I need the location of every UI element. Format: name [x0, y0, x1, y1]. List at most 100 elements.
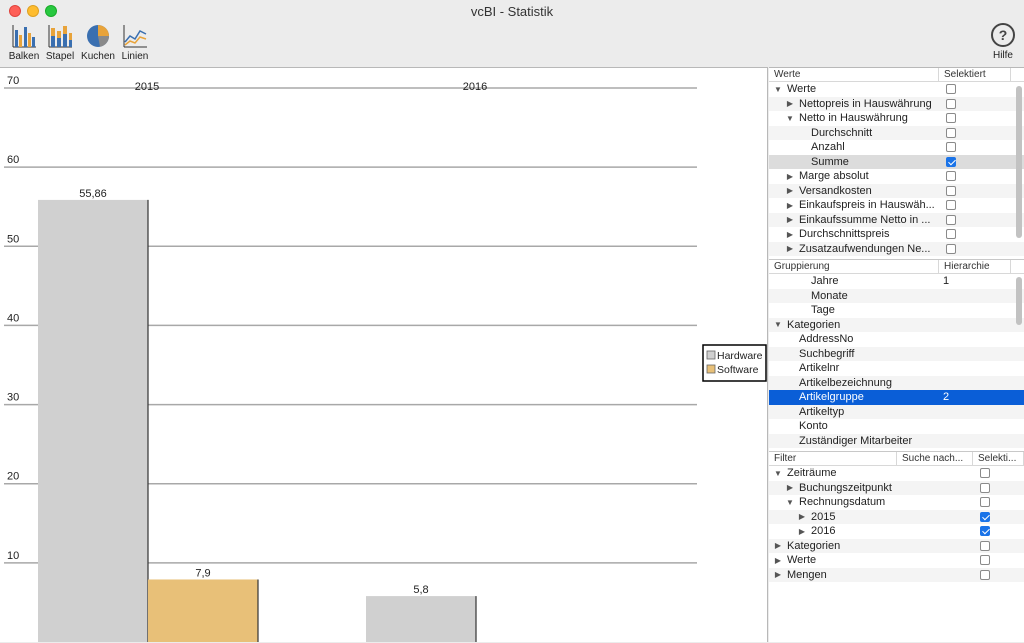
select-checkbox[interactable] — [946, 127, 956, 138]
filter-row[interactable]: ▶ 2015 — [769, 509, 1024, 524]
werte-row[interactable]: ▶ Durchschnittspreis — [769, 227, 1024, 242]
help-button[interactable]: ? Hilfe — [988, 22, 1018, 61]
select-checkbox[interactable] — [946, 185, 956, 196]
select-checkbox[interactable] — [946, 200, 956, 210]
disclosure-closed-icon[interactable]: ▶ — [785, 244, 795, 253]
gruppierung-row-label: Konto — [799, 420, 828, 433]
select-checkbox[interactable] — [946, 229, 956, 239]
disclosure-closed-icon[interactable]: ▶ — [773, 570, 783, 579]
filter-row[interactable]: ▼ Zeiträume — [769, 466, 1024, 481]
werte-row[interactable]: Durchschnitt — [769, 125, 1024, 140]
gruppierung-row[interactable]: Konto — [769, 419, 1024, 434]
hierarchie-col-header[interactable]: Hierarchie — [939, 260, 1011, 273]
werte-row[interactable]: Anzahl — [769, 140, 1024, 155]
gruppierung-row[interactable]: Tage — [769, 303, 1024, 318]
gruppierung-row[interactable]: Artikelbezeichnung — [769, 375, 1024, 390]
disclosure-closed-icon[interactable]: ▶ — [785, 215, 795, 224]
gruppierung-row[interactable]: AddressNo — [769, 332, 1024, 347]
disclosure-closed-icon[interactable]: ▶ — [785, 483, 795, 492]
werte-row-label: Durchschnittspreis — [799, 228, 890, 241]
gruppierung-row[interactable]: Zuständiger Mitarbeiter — [769, 433, 1024, 448]
werte-scrollbar[interactable] — [1016, 86, 1022, 238]
select-checkbox[interactable] — [980, 511, 990, 522]
werte-row[interactable]: Summe — [769, 154, 1024, 169]
disclosure-open-icon[interactable]: ▼ — [773, 320, 783, 329]
app-window: vcBI - Statistik Balken Stapel Kuchen Li… — [0, 0, 1024, 642]
disclosure-closed-icon[interactable]: ▶ — [785, 172, 795, 181]
gruppierung-col-header[interactable]: Gruppierung — [769, 260, 939, 273]
disclosure-closed-icon[interactable]: ▶ — [773, 556, 783, 565]
select-checkbox[interactable] — [946, 214, 956, 225]
linien-label: Linien — [121, 51, 149, 62]
werte-row-label: Zusatzaufwendungen Ne... — [799, 242, 931, 255]
minimize-window-button[interactable] — [27, 5, 39, 17]
werte-col-header[interactable]: Werte — [769, 68, 939, 81]
disclosure-open-icon[interactable]: ▼ — [785, 498, 795, 507]
select-checkbox[interactable] — [980, 497, 990, 507]
filter-row[interactable]: ▶ Buchungszeitpunkt — [769, 480, 1024, 495]
disclosure-closed-icon[interactable]: ▶ — [785, 186, 795, 195]
select-checkbox[interactable] — [946, 243, 956, 254]
filter-row-label: Zeiträume — [787, 467, 837, 480]
gruppierung-row[interactable]: Artikelgruppe 2 — [769, 390, 1024, 405]
select-checkbox[interactable] — [946, 113, 956, 123]
balken-button[interactable]: Balken — [6, 22, 42, 62]
gruppierung-row[interactable]: Artikelnr — [769, 361, 1024, 376]
category-label: 2016 — [463, 81, 487, 93]
toolbar: Balken Stapel Kuchen Linien ? Hilfe — [0, 22, 1024, 66]
werte-row[interactable]: ▶ Einkaufspreis in Hauswäh... — [769, 198, 1024, 213]
gruppierung-row[interactable]: Artikeltyp — [769, 404, 1024, 419]
werte-row[interactable]: ▶ Versandkosten — [769, 183, 1024, 198]
werte-row[interactable]: ▶ Zusatzaufwendungen Ne... — [769, 241, 1024, 256]
disclosure-closed-icon[interactable]: ▶ — [797, 512, 807, 521]
close-window-button[interactable] — [9, 5, 21, 17]
gruppierung-row-label: Artikeltyp — [799, 405, 845, 418]
filter-panel: Filter Suche nach... Selekti... ▼ Zeiträu… — [769, 452, 1024, 643]
gruppierung-row[interactable]: ▼ Kategorien — [769, 317, 1024, 332]
gruppierung-scrollbar[interactable] — [1016, 277, 1022, 325]
disclosure-closed-icon[interactable]: ▶ — [773, 541, 783, 550]
side-panels: Werte Selektiert ▼ Werte ▶ Nettopreis in Ha… — [769, 67, 1024, 642]
gruppierung-row[interactable]: Suchbegriff — [769, 346, 1024, 361]
filter-col-header[interactable]: Filter — [769, 452, 897, 465]
select-checkbox[interactable] — [946, 142, 956, 152]
disclosure-closed-icon[interactable]: ▶ — [797, 527, 807, 536]
stapel-button[interactable]: Stapel — [42, 22, 78, 62]
filter-row[interactable]: ▶ Kategorien — [769, 538, 1024, 553]
linien-button[interactable]: Linien — [117, 22, 153, 62]
kuchen-button[interactable]: Kuchen — [80, 22, 116, 62]
select-checkbox[interactable] — [980, 569, 990, 580]
disclosure-closed-icon[interactable]: ▶ — [785, 201, 795, 210]
werte-row[interactable]: ▶ Nettopreis in Hauswährung — [769, 96, 1024, 111]
select-checkbox[interactable] — [980, 555, 990, 565]
disclosure-open-icon[interactable]: ▼ — [773, 469, 783, 478]
disclosure-closed-icon[interactable]: ▶ — [785, 230, 795, 239]
select-checkbox[interactable] — [946, 156, 956, 167]
filter-row[interactable]: ▶ Werte — [769, 553, 1024, 568]
select-checkbox[interactable] — [980, 468, 990, 478]
suche-col-header[interactable]: Suche nach... — [897, 452, 973, 465]
disclosure-open-icon[interactable]: ▼ — [773, 85, 783, 94]
filter-row[interactable]: ▼ Rechnungsdatum — [769, 495, 1024, 510]
filter-row[interactable]: ▶ 2016 — [769, 524, 1024, 539]
filter-row[interactable]: ▶ Mengen — [769, 567, 1024, 582]
title-bar: vcBI - Statistik — [0, 0, 1024, 22]
gruppierung-row[interactable]: Monate — [769, 288, 1024, 303]
select-checkbox[interactable] — [980, 526, 990, 536]
hierarchie-value: 2 — [943, 391, 950, 404]
werte-row[interactable]: ▼ Werte — [769, 82, 1024, 97]
disclosure-open-icon[interactable]: ▼ — [785, 114, 795, 123]
select-checkbox[interactable] — [980, 540, 990, 551]
gruppierung-row[interactable]: Jahre 1 — [769, 274, 1024, 289]
disclosure-closed-icon[interactable]: ▶ — [785, 99, 795, 108]
selekti-col-header[interactable]: Selekti... — [973, 452, 1024, 465]
maximize-window-button[interactable] — [45, 5, 57, 17]
select-checkbox[interactable] — [946, 84, 956, 94]
werte-row[interactable]: ▶ Einkaufssumme Netto in ... — [769, 212, 1024, 227]
werte-row[interactable]: ▼ Netto in Hauswährung — [769, 111, 1024, 126]
selektiert-col-header[interactable]: Selektiert — [939, 68, 1011, 81]
select-checkbox[interactable] — [946, 98, 956, 109]
werte-row[interactable]: ▶ Marge absolut — [769, 169, 1024, 184]
select-checkbox[interactable] — [946, 171, 956, 181]
select-checkbox[interactable] — [980, 482, 990, 493]
